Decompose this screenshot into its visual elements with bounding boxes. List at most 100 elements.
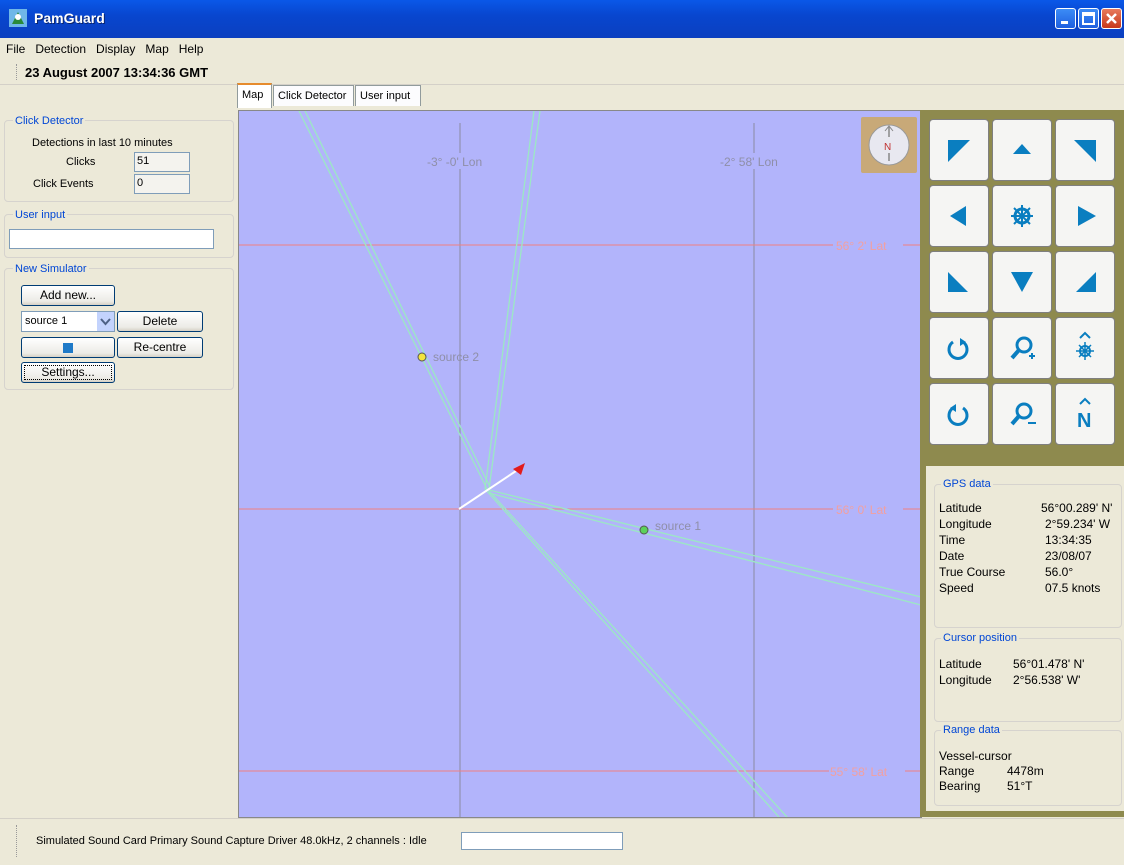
- range-value: 4478m: [1007, 764, 1044, 778]
- minimize-icon: [1061, 21, 1068, 24]
- current-date-time: 23 August 2007 13:34:36 GMT: [25, 65, 209, 80]
- user-input-group: User input: [4, 209, 234, 258]
- menu-detection[interactable]: Detection: [29, 38, 90, 56]
- toolbar-grip[interactable]: [16, 64, 19, 80]
- source-select[interactable]: source 1: [21, 311, 115, 332]
- rotate-anticlockwise-button[interactable]: [929, 383, 989, 445]
- ship-wheel-icon: [1011, 205, 1033, 227]
- gps-date-value: 23/08/07: [1045, 549, 1092, 563]
- status-text: Simulated Sound Card Primary Sound Captu…: [36, 835, 427, 847]
- pan-up-left-button[interactable]: [929, 119, 989, 181]
- zoom-in-icon: [1010, 336, 1035, 360]
- click-detector-group: Click Detector Detections in last 10 min…: [4, 115, 234, 202]
- north-up-button[interactable]: N: [1055, 383, 1115, 445]
- delete-button[interactable]: Delete: [117, 311, 203, 332]
- detections-caption: Detections in last 10 minutes: [32, 137, 173, 149]
- source-2-label: source 2: [433, 350, 479, 364]
- settings-button[interactable]: Settings...: [21, 362, 115, 383]
- range-label: Range: [939, 764, 975, 778]
- title-bar: PamGuard: [0, 0, 1124, 38]
- source-select-value: source 1: [25, 315, 68, 327]
- compass-north-letter: N: [884, 142, 891, 153]
- clicks-label: Clicks: [66, 156, 96, 168]
- zoom-out-button[interactable]: [992, 383, 1052, 445]
- pan-down-left-button[interactable]: [929, 251, 989, 313]
- gps-data-title: GPS data: [941, 478, 993, 490]
- bearing-line: [488, 490, 788, 817]
- menu-display[interactable]: Display: [90, 38, 139, 56]
- status-field: [461, 832, 623, 850]
- date-toolbar: 23 August 2007 13:34:36 GMT: [0, 60, 1124, 85]
- ship-wheel-up-icon: [1076, 331, 1094, 360]
- re-centre-button[interactable]: Re-centre: [117, 337, 203, 358]
- menu-help[interactable]: Help: [173, 38, 208, 56]
- range-data-title: Range data: [941, 724, 1002, 736]
- arrow-up-right-icon: [1074, 140, 1096, 162]
- gps-course-value: 56.0°: [1045, 565, 1074, 579]
- gps-course-label: True Course: [939, 565, 1006, 579]
- map-canvas[interactable]: -3° -0' Lon -2° 58' Lon 56° 2' Lat 56° 0…: [239, 111, 921, 817]
- pan-left-button[interactable]: [929, 185, 989, 247]
- gps-longitude-value: 2°59.234' W: [1045, 517, 1111, 531]
- zoom-out-icon: [1010, 402, 1036, 426]
- lon-label: -2° 58' Lon: [720, 155, 778, 169]
- close-icon: [1106, 13, 1117, 24]
- source-1-marker[interactable]: [639, 525, 649, 535]
- click-events-field: 0: [134, 174, 190, 194]
- user-input-title: User input: [13, 209, 68, 221]
- tab-user-input[interactable]: User input: [355, 85, 421, 106]
- pan-up-button[interactable]: [992, 119, 1052, 181]
- arrow-up-left-icon: [948, 140, 970, 162]
- map-navigation-panel: N: [920, 110, 1124, 460]
- window-title: PamGuard: [34, 10, 105, 26]
- pamguard-app-icon: [9, 9, 27, 27]
- add-new-button[interactable]: Add new...: [21, 285, 115, 306]
- source-1-label: source 1: [655, 519, 701, 533]
- lon-label: -3° -0' Lon: [427, 155, 482, 169]
- arrow-left-icon: [950, 206, 966, 226]
- centre-on-vessel-button[interactable]: [992, 185, 1052, 247]
- stop-button[interactable]: [21, 337, 115, 358]
- arrow-down-icon: [1011, 272, 1033, 292]
- dropdown-arrow-icon[interactable]: [96, 312, 114, 331]
- stop-icon: [63, 343, 73, 353]
- gps-latitude-value: 56°00.289' N': [1041, 501, 1113, 515]
- tab-map[interactable]: Map: [237, 83, 272, 108]
- menu-bar: File Detection Display Map Help: [0, 38, 1124, 60]
- cursor-latitude-value: 56°01.478' N': [1013, 657, 1085, 671]
- map-view[interactable]: -3° -0' Lon -2° 58' Lon 56° 2' Lat 56° 0…: [238, 110, 922, 818]
- new-simulator-title: New Simulator: [13, 263, 89, 275]
- pan-up-right-button[interactable]: [1055, 119, 1115, 181]
- vessel-heading-line: [458, 468, 520, 510]
- maximize-icon: [1082, 12, 1095, 25]
- menu-map[interactable]: Map: [139, 38, 172, 56]
- gps-date-label: Date: [939, 549, 965, 563]
- lat-label: 56° 2' Lat: [836, 239, 887, 253]
- maximize-button[interactable]: [1078, 8, 1099, 29]
- pan-down-button[interactable]: [992, 251, 1052, 313]
- source-2-marker[interactable]: [417, 352, 427, 362]
- minimize-button[interactable]: [1055, 8, 1076, 29]
- status-bar: Simulated Sound Card Primary Sound Captu…: [0, 818, 1124, 865]
- user-input-field[interactable]: [9, 229, 214, 249]
- cursor-longitude-value: 2°56.538' W': [1013, 673, 1081, 687]
- info-panel-inner: GPS data Latitude 56°00.289' N' Longitud…: [926, 466, 1124, 811]
- menu-file[interactable]: File: [0, 38, 29, 56]
- gps-time-label: Time: [939, 533, 966, 547]
- cursor-position-group: Cursor position Latitude 56°01.478' N' L…: [934, 632, 1122, 722]
- tab-click-detector[interactable]: Click Detector: [273, 85, 354, 106]
- close-button[interactable]: [1101, 8, 1122, 29]
- north-up-icon: N: [1077, 397, 1091, 432]
- status-grip[interactable]: [16, 825, 19, 857]
- zoom-in-button[interactable]: [992, 317, 1052, 379]
- rotate-clockwise-button[interactable]: [929, 317, 989, 379]
- vessel-icon[interactable]: [513, 463, 525, 475]
- pan-right-button[interactable]: [1055, 185, 1115, 247]
- arrow-right-icon: [1078, 206, 1096, 226]
- pan-down-right-button[interactable]: [1055, 251, 1115, 313]
- cursor-longitude-label: Longitude: [939, 673, 992, 687]
- compass-rose: N: [861, 117, 917, 173]
- rotate-clockwise-icon: [947, 338, 969, 360]
- bearing-line: [488, 111, 541, 490]
- north-up-wheel-button[interactable]: [1055, 317, 1115, 379]
